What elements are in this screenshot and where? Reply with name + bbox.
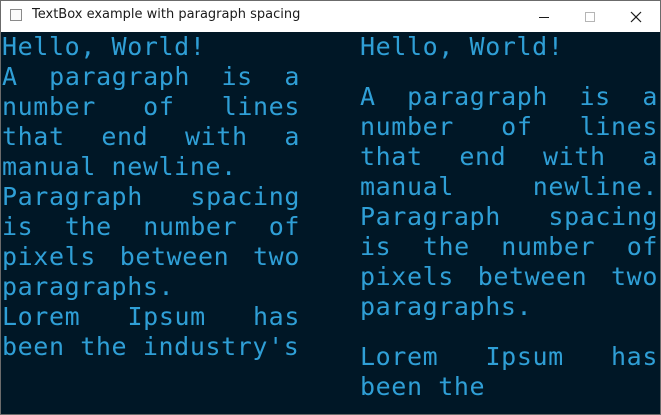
close-icon xyxy=(630,11,642,22)
minimize-button[interactable] xyxy=(521,1,567,32)
paragraph: Hello, World! xyxy=(360,32,564,61)
textbox-with-paragraph-spacing[interactable]: Hello, World! A paragraph is a number of… xyxy=(360,32,658,414)
paragraph: Lorem Ipsum has been the industry's xyxy=(2,302,300,361)
maximize-icon xyxy=(585,11,595,22)
textbox-no-paragraph-spacing[interactable]: Hello, World! A paragraph is a number of… xyxy=(2,32,300,362)
app-window: TextBox example with paragraph spacing H… xyxy=(0,0,661,415)
paragraph: Lorem Ipsum has been the xyxy=(360,342,658,401)
window-title: TextBox example with paragraph spacing xyxy=(32,7,301,22)
paragraph: Paragraph spacing is the number of pixel… xyxy=(2,182,300,301)
close-button[interactable] xyxy=(613,1,659,32)
maximize-button[interactable] xyxy=(567,1,613,32)
paragraph: A paragraph is a number of lines that en… xyxy=(360,82,658,321)
paragraph: A paragraph is a number of lines that en… xyxy=(2,62,300,181)
app-icon xyxy=(10,9,22,21)
paragraph: Hello, World! xyxy=(2,32,206,61)
client-area: Hello, World! A paragraph is a number of… xyxy=(1,32,660,414)
title-bar[interactable]: TextBox example with paragraph spacing xyxy=(1,1,660,33)
minimize-icon xyxy=(539,16,549,18)
